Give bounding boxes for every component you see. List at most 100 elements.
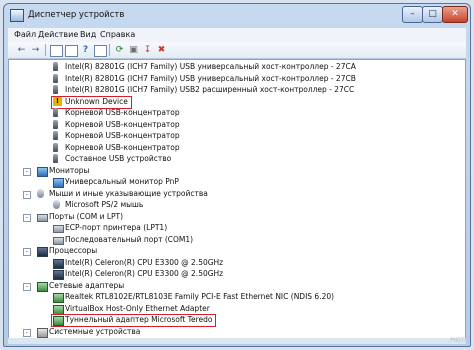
tree-item-label: Системные устройства <box>49 326 141 336</box>
watermark: PHOTO <box>449 337 468 344</box>
usb-icon <box>53 131 58 140</box>
device-manager-icon <box>10 9 24 22</box>
window-title: Диспетчер устройств <box>28 10 125 20</box>
tree-item-label: Сетевые адаптеры <box>49 280 125 290</box>
cpu-icon <box>37 247 48 257</box>
toolbar: ← → ? ⟳ ▣ ↧ ✖ <box>8 42 466 59</box>
tree-item-label: Realtek RTL8102E/RTL8103E Family PCI-E F… <box>65 292 335 301</box>
usb-icon <box>53 154 58 163</box>
collapse-icon[interactable]: - <box>23 282 31 291</box>
tree-device[interactable]: Туннельный адаптер Microsoft Teredo <box>9 314 465 327</box>
device-manager-window: Диспетчер устройств – □ ✕ Файл Действие … <box>3 3 471 347</box>
tree-item-label: VirtualBox Host-Only Ethernet Adapter <box>65 303 210 313</box>
tree-item-label: Intel(R) 82801G (ICH7 Family) USB универ… <box>65 73 356 83</box>
menu-file[interactable]: Файл <box>14 30 36 39</box>
tree-device[interactable]: Корневой USB-концентратор <box>9 119 465 131</box>
disable-device-icon[interactable]: ↧ <box>142 45 153 55</box>
tree-device[interactable]: Intel(R) 82801G (ICH7 Family) USB универ… <box>9 61 465 73</box>
back-button[interactable]: ← <box>16 45 27 55</box>
mouse-icon <box>53 200 60 209</box>
tree-category[interactable]: - Порты (COM и LPT) <box>9 211 465 223</box>
close-button[interactable]: ✕ <box>442 6 468 23</box>
collapse-icon[interactable]: - <box>23 248 31 256</box>
tree-item-label: Универсальный монитор PnP <box>65 177 179 186</box>
collapse-icon[interactable]: - <box>23 167 31 176</box>
monitor-icon <box>37 166 48 177</box>
tree-category[interactable]: - Сетевые адаптеры <box>9 280 465 292</box>
tree-item-label: Корневой USB-концентратор <box>65 119 180 129</box>
help-icon[interactable]: ? <box>80 45 91 55</box>
tree-device[interactable]: Intel(R) Celeron(R) CPU E3300 @ 2.50GHz <box>9 257 465 269</box>
tree-item-label: Последовательный порт (COM1) <box>65 234 194 244</box>
port-icon <box>53 225 64 233</box>
port-icon <box>53 236 64 245</box>
tree-item-label: Процессоры <box>49 246 98 255</box>
tree-device[interactable]: Универсальный монитор PnP <box>9 176 465 188</box>
toolbar-separator <box>109 44 110 56</box>
port-icon <box>37 213 48 222</box>
network-icon <box>37 281 48 292</box>
usb-icon <box>53 142 58 152</box>
network-icon <box>53 304 64 315</box>
menu-bar: Файл Действие Вид Справка <box>8 28 466 43</box>
toolbar-separator <box>45 44 46 56</box>
tree-item-label: Intel(R) Celeron(R) CPU E3300 @ 2.50GHz <box>65 269 224 278</box>
tree-item-label: Мониторы <box>49 165 90 175</box>
tree-device[interactable]: ! Unknown Device <box>9 95 465 109</box>
cpu-icon <box>53 270 64 280</box>
menu-view[interactable]: Вид <box>80 30 96 39</box>
collapse-icon[interactable]: - <box>23 213 31 222</box>
scan-hardware-icon[interactable]: ⟳ <box>114 45 125 55</box>
menu-action[interactable]: Действие <box>38 30 78 39</box>
tree-item-label: Intel(R) Celeron(R) CPU E3300 @ 2.50GHz <box>65 257 224 267</box>
tree-category[interactable]: - Процессоры <box>9 245 465 257</box>
usb-icon <box>53 73 58 83</box>
tree-device[interactable]: ECP-порт принтера (LPT1) <box>9 222 465 234</box>
tree-device[interactable]: Intel(R) 82801G (ICH7 Family) USB универ… <box>9 73 465 85</box>
tree-item-label: ECP-порт принтера (LPT1) <box>65 223 168 232</box>
maximize-button[interactable]: □ <box>422 6 443 23</box>
usb-icon <box>53 108 58 117</box>
usb-icon <box>53 62 58 71</box>
minimize-button[interactable]: – <box>402 6 423 23</box>
status-bar <box>8 338 466 344</box>
tree-item-label: Intel(R) 82801G (ICH7 Family) USB универ… <box>65 62 356 71</box>
tree-device[interactable]: Intel(R) 82801G (ICH7 Family) USB2 расши… <box>9 84 465 96</box>
tree-item-label: Microsoft PS/2 мышь <box>65 200 144 209</box>
network-icon <box>53 293 64 303</box>
tree-device[interactable]: Корневой USB-концентратор <box>9 107 465 119</box>
tree-category[interactable]: - Системные устройства <box>9 326 465 338</box>
tree-device[interactable]: Realtek RTL8102E/RTL8103E Family PCI-E F… <box>9 291 465 303</box>
tree-item-label: Мыши и иные указывающие устройства <box>49 188 208 198</box>
tree-category[interactable]: - Мониторы <box>9 165 465 177</box>
tree-device[interactable]: Составное USB устройство <box>9 153 465 165</box>
collapse-icon[interactable]: - <box>23 328 31 337</box>
console-tree-icon[interactable] <box>50 45 63 57</box>
tree-item-label: Корневой USB-концентратор <box>65 142 180 152</box>
menu-help[interactable]: Справка <box>100 30 135 39</box>
update-driver-icon[interactable]: ▣ <box>128 45 139 55</box>
tree-device[interactable]: Последовательный порт (COM1) <box>9 234 465 246</box>
tree-item-label: Корневой USB-концентратор <box>65 131 180 140</box>
tree-item-label: Составное USB устройство <box>65 154 172 163</box>
mouse-icon <box>37 188 44 198</box>
collapse-icon[interactable]: - <box>23 190 31 199</box>
monitor-icon <box>53 178 64 188</box>
uninstall-device-icon[interactable]: ✖ <box>156 45 167 55</box>
tree-item-label: Порты (COM и LPT) <box>49 211 124 221</box>
tree-device[interactable]: Microsoft PS/2 мышь <box>9 199 465 211</box>
properties-icon[interactable] <box>65 45 78 57</box>
tree-device[interactable]: Корневой USB-концентратор <box>9 142 465 154</box>
title-bar[interactable]: Диспетчер устройств – □ ✕ <box>4 4 470 26</box>
forward-button[interactable]: → <box>30 45 41 55</box>
view-list-icon[interactable] <box>94 45 107 57</box>
tree-device[interactable]: Intel(R) Celeron(R) CPU E3300 @ 2.50GHz <box>9 268 465 280</box>
device-tree[interactable]: Intel(R) 82801G (ICH7 Family) USB универ… <box>8 59 466 339</box>
tree-device[interactable]: Корневой USB-концентратор <box>9 130 465 142</box>
usb-icon <box>53 119 58 129</box>
system-icon <box>37 327 48 338</box>
tree-item-label: Intel(R) 82801G (ICH7 Family) USB2 расши… <box>65 85 355 94</box>
tree-device[interactable]: VirtualBox Host-Only Ethernet Adapter <box>9 303 465 315</box>
cpu-icon <box>53 258 64 269</box>
tree-category[interactable]: - Мыши и иные указывающие устройства <box>9 188 465 200</box>
